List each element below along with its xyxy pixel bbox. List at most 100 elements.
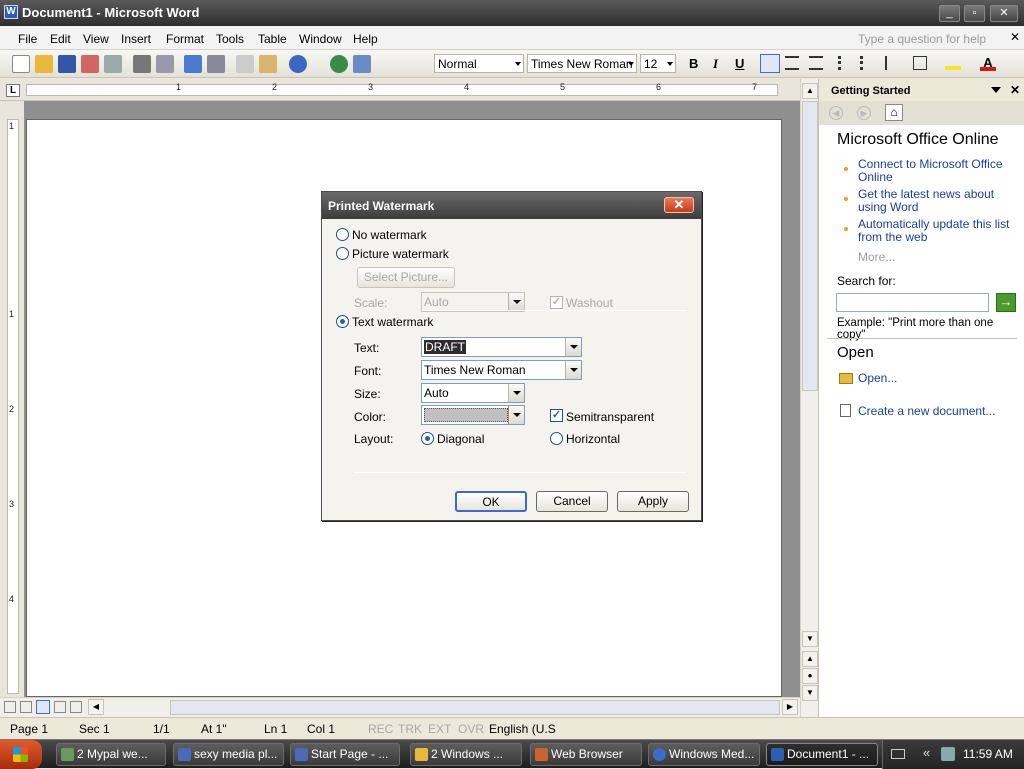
align-left-icon[interactable] (760, 54, 780, 73)
show-hidden-icons[interactable]: « (923, 745, 930, 760)
font-color-icon[interactable]: A (980, 55, 996, 71)
menu-view[interactable]: View (83, 32, 109, 46)
no-watermark-label[interactable]: No watermark (352, 228, 427, 242)
horizontal-scroll-thumb[interactable] (170, 700, 780, 715)
menu-insert[interactable]: Insert (121, 32, 151, 46)
ok-button[interactable]: OK (455, 491, 527, 512)
search-go-icon[interactable]: → (996, 293, 1016, 312)
close-icon[interactable]: ✕ (1010, 83, 1020, 97)
home-icon[interactable]: ⌂ (885, 104, 903, 121)
new-document-icon[interactable] (12, 55, 30, 73)
scale-combo[interactable]: Auto (421, 292, 525, 312)
menu-edit[interactable]: Edit (50, 32, 71, 46)
search-input[interactable] (836, 293, 989, 312)
align-right-icon[interactable] (809, 56, 823, 70)
taskbar-item[interactable]: Document1 - ... (766, 743, 878, 766)
washout-checkbox[interactable]: ✓ (550, 296, 563, 309)
paste-icon[interactable] (259, 55, 277, 73)
network-icon[interactable] (941, 747, 955, 761)
clock[interactable]: 11:59 AM (963, 747, 1013, 761)
outline-view-icon[interactable] (54, 701, 66, 713)
scroll-thumb[interactable] (802, 101, 818, 391)
permission-icon[interactable] (81, 55, 99, 73)
close-button[interactable]: ✕ (990, 5, 1018, 22)
scroll-left-icon[interactable]: ◀ (88, 699, 104, 715)
style-combo[interactable]: Normal (434, 54, 524, 73)
horizontal-radio[interactable] (550, 432, 563, 445)
previous-page-icon[interactable]: ▲ (802, 651, 818, 667)
close-document-icon[interactable]: ✕ (1010, 30, 1020, 44)
size-combo[interactable]: Auto (421, 383, 525, 403)
next-page-icon[interactable]: ▼ (802, 685, 818, 701)
scroll-down-icon[interactable]: ▼ (802, 631, 818, 647)
scroll-right-icon[interactable]: ▶ (782, 699, 798, 715)
menu-format[interactable]: Format (166, 32, 204, 46)
indent-icon[interactable] (885, 56, 899, 70)
spelling-icon[interactable] (184, 55, 202, 73)
link-auto-update[interactable]: Automatically update this list from the … (858, 218, 1018, 244)
menu-tools[interactable]: Tools (216, 32, 244, 46)
research-icon[interactable] (207, 55, 225, 73)
status-rec[interactable]: REC (368, 722, 393, 736)
numbering-icon[interactable] (838, 56, 852, 70)
menu-table[interactable]: Table (258, 32, 287, 46)
menu-file[interactable]: File (18, 32, 37, 46)
menu-help[interactable]: Help (353, 32, 378, 46)
select-picture-button[interactable]: Select Picture... (357, 267, 455, 288)
keyboard-icon[interactable] (891, 749, 905, 759)
normal-view-icon[interactable] (4, 701, 16, 713)
tab-selector[interactable]: L (6, 84, 20, 97)
back-icon[interactable]: ◀ (829, 106, 843, 120)
chevron-down-icon[interactable] (991, 87, 1001, 93)
menu-window[interactable]: Window (299, 32, 342, 46)
link-more[interactable]: More... (858, 250, 895, 264)
text-combo[interactable]: DRAFT (421, 337, 582, 357)
picture-watermark-radio[interactable] (336, 247, 349, 260)
undo-icon[interactable] (289, 55, 307, 73)
bullets-icon[interactable] (860, 56, 874, 70)
taskbar-item[interactable]: 2 Mypal we... (56, 743, 166, 766)
status-trk[interactable]: TRK (398, 722, 422, 736)
table-icon[interactable] (353, 55, 371, 73)
help-search-input[interactable]: Type a question for help (858, 32, 986, 46)
text-watermark-label[interactable]: Text watermark (352, 315, 433, 329)
hyperlink-icon[interactable] (330, 55, 348, 73)
picture-watermark-label[interactable]: Picture watermark (352, 247, 449, 261)
washout-label[interactable]: Washout (566, 296, 613, 310)
text-value[interactable]: DRAFT (424, 340, 466, 354)
minimize-button[interactable]: _ (939, 5, 960, 22)
browse-object-icon[interactable]: ● (802, 668, 818, 684)
diagonal-label[interactable]: Diagonal (437, 432, 484, 446)
border-icon[interactable] (913, 56, 927, 70)
start-button[interactable] (0, 740, 42, 769)
color-combo[interactable] (421, 405, 525, 425)
horizontal-label[interactable]: Horizontal (566, 432, 620, 446)
underline-button[interactable]: U (735, 56, 744, 71)
forward-icon[interactable]: ▶ (857, 106, 871, 120)
diagonal-radio[interactable] (421, 432, 434, 445)
maximize-button[interactable]: ▫ (964, 5, 985, 22)
apply-button[interactable]: Apply (617, 491, 689, 512)
semitransparent-checkbox[interactable]: ✓ (550, 409, 563, 422)
taskbar-item[interactable]: 2 Windows ... (410, 743, 522, 766)
vertical-scrollbar[interactable]: ▲ ▼ ▲ ● ▼ (800, 79, 818, 717)
reading-layout-icon[interactable] (70, 701, 82, 713)
cancel-button[interactable]: Cancel (536, 491, 608, 512)
scroll-up-icon[interactable]: ▲ (802, 83, 818, 99)
link-open[interactable]: Open... (858, 371, 897, 385)
italic-button[interactable]: I (713, 56, 718, 72)
no-watermark-radio[interactable] (336, 228, 349, 241)
status-ext[interactable]: EXT (428, 722, 451, 736)
semitransparent-label[interactable]: Semitransparent (566, 410, 654, 424)
cut-icon[interactable] (236, 55, 254, 73)
horizontal-ruler[interactable]: L 1 2 3 4 5 6 7 (0, 79, 800, 101)
link-connect-online[interactable]: Connect to Microsoft Office Online (858, 158, 1018, 184)
open-folder-icon[interactable] (35, 55, 53, 73)
font-combo-dialog[interactable]: Times New Roman (421, 360, 582, 380)
horizontal-scrollbar[interactable]: ◀ ▶ (0, 697, 800, 717)
highlight-icon[interactable] (945, 56, 961, 70)
web-layout-icon[interactable] (20, 701, 32, 713)
font-combo[interactable]: Times New Roman (527, 54, 637, 73)
print-layout-icon[interactable] (36, 700, 50, 714)
text-watermark-radio[interactable] (336, 315, 349, 328)
